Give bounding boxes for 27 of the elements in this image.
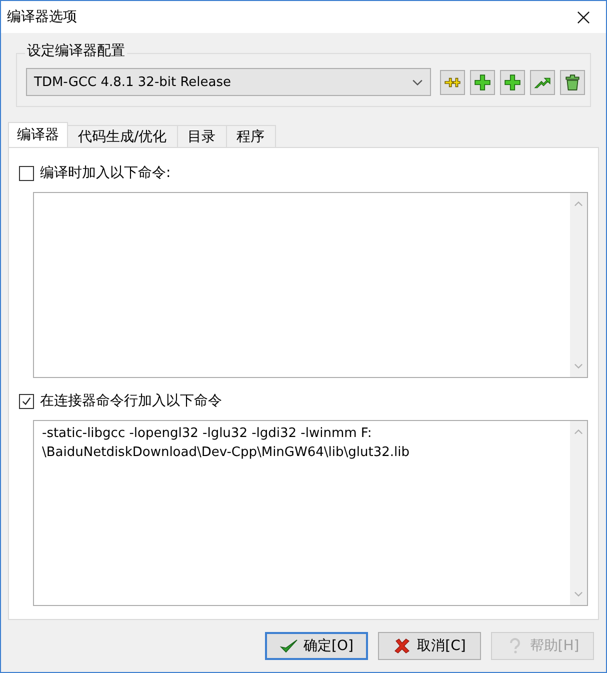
checkbox[interactable] bbox=[19, 166, 34, 180]
delete-button[interactable] bbox=[560, 70, 585, 94]
add-button[interactable] bbox=[470, 70, 495, 94]
plus-icon bbox=[504, 74, 521, 90]
rename-button[interactable] bbox=[440, 70, 465, 94]
cross-icon bbox=[393, 638, 412, 654]
text-area[interactable]: -static-libgcc -lopengl32 -lglu32 -lgdi32 -lwinmm F: \BaiduNetdiskDownload\Dev-Cpp\MinGW64\lib\glut32.lib bbox=[33, 420, 588, 606]
group-label: 设定编译器配置 bbox=[25, 42, 127, 60]
checkbox-label: 在连接器命令行加入以下命令 bbox=[40, 392, 222, 410]
check-icon bbox=[280, 638, 298, 654]
caret-icon bbox=[412, 78, 423, 86]
check-mark-icon bbox=[21, 396, 32, 406]
plus-icon bbox=[474, 74, 491, 90]
ok-button[interactable]: 确定[O] bbox=[265, 632, 368, 660]
window-title: 编译器选项 bbox=[7, 8, 77, 26]
checkbox-label: 编译时加入以下命令: bbox=[40, 164, 171, 182]
command-text: -static-libgcc -lopengl32 -lglu32 -lgdi32 -lwinmm F: bbox=[42, 425, 373, 443]
tab[interactable]: 程序 bbox=[226, 125, 276, 147]
export-button[interactable] bbox=[530, 70, 555, 94]
command-text: \BaiduNetdiskDownload\Dev-Cpp\MinGW64\lib\glut32.lib bbox=[42, 444, 410, 462]
tab[interactable]: 编译器 bbox=[8, 122, 68, 147]
checkbox[interactable] bbox=[19, 394, 34, 408]
add-button[interactable] bbox=[500, 70, 525, 94]
config-dropdown[interactable]: TDM-GCC 4.8.1 32-bit Release bbox=[26, 68, 431, 96]
cancel-button[interactable]: 取消[C] bbox=[378, 632, 481, 660]
trash-icon bbox=[564, 74, 581, 90]
close-icon[interactable] bbox=[577, 10, 590, 24]
